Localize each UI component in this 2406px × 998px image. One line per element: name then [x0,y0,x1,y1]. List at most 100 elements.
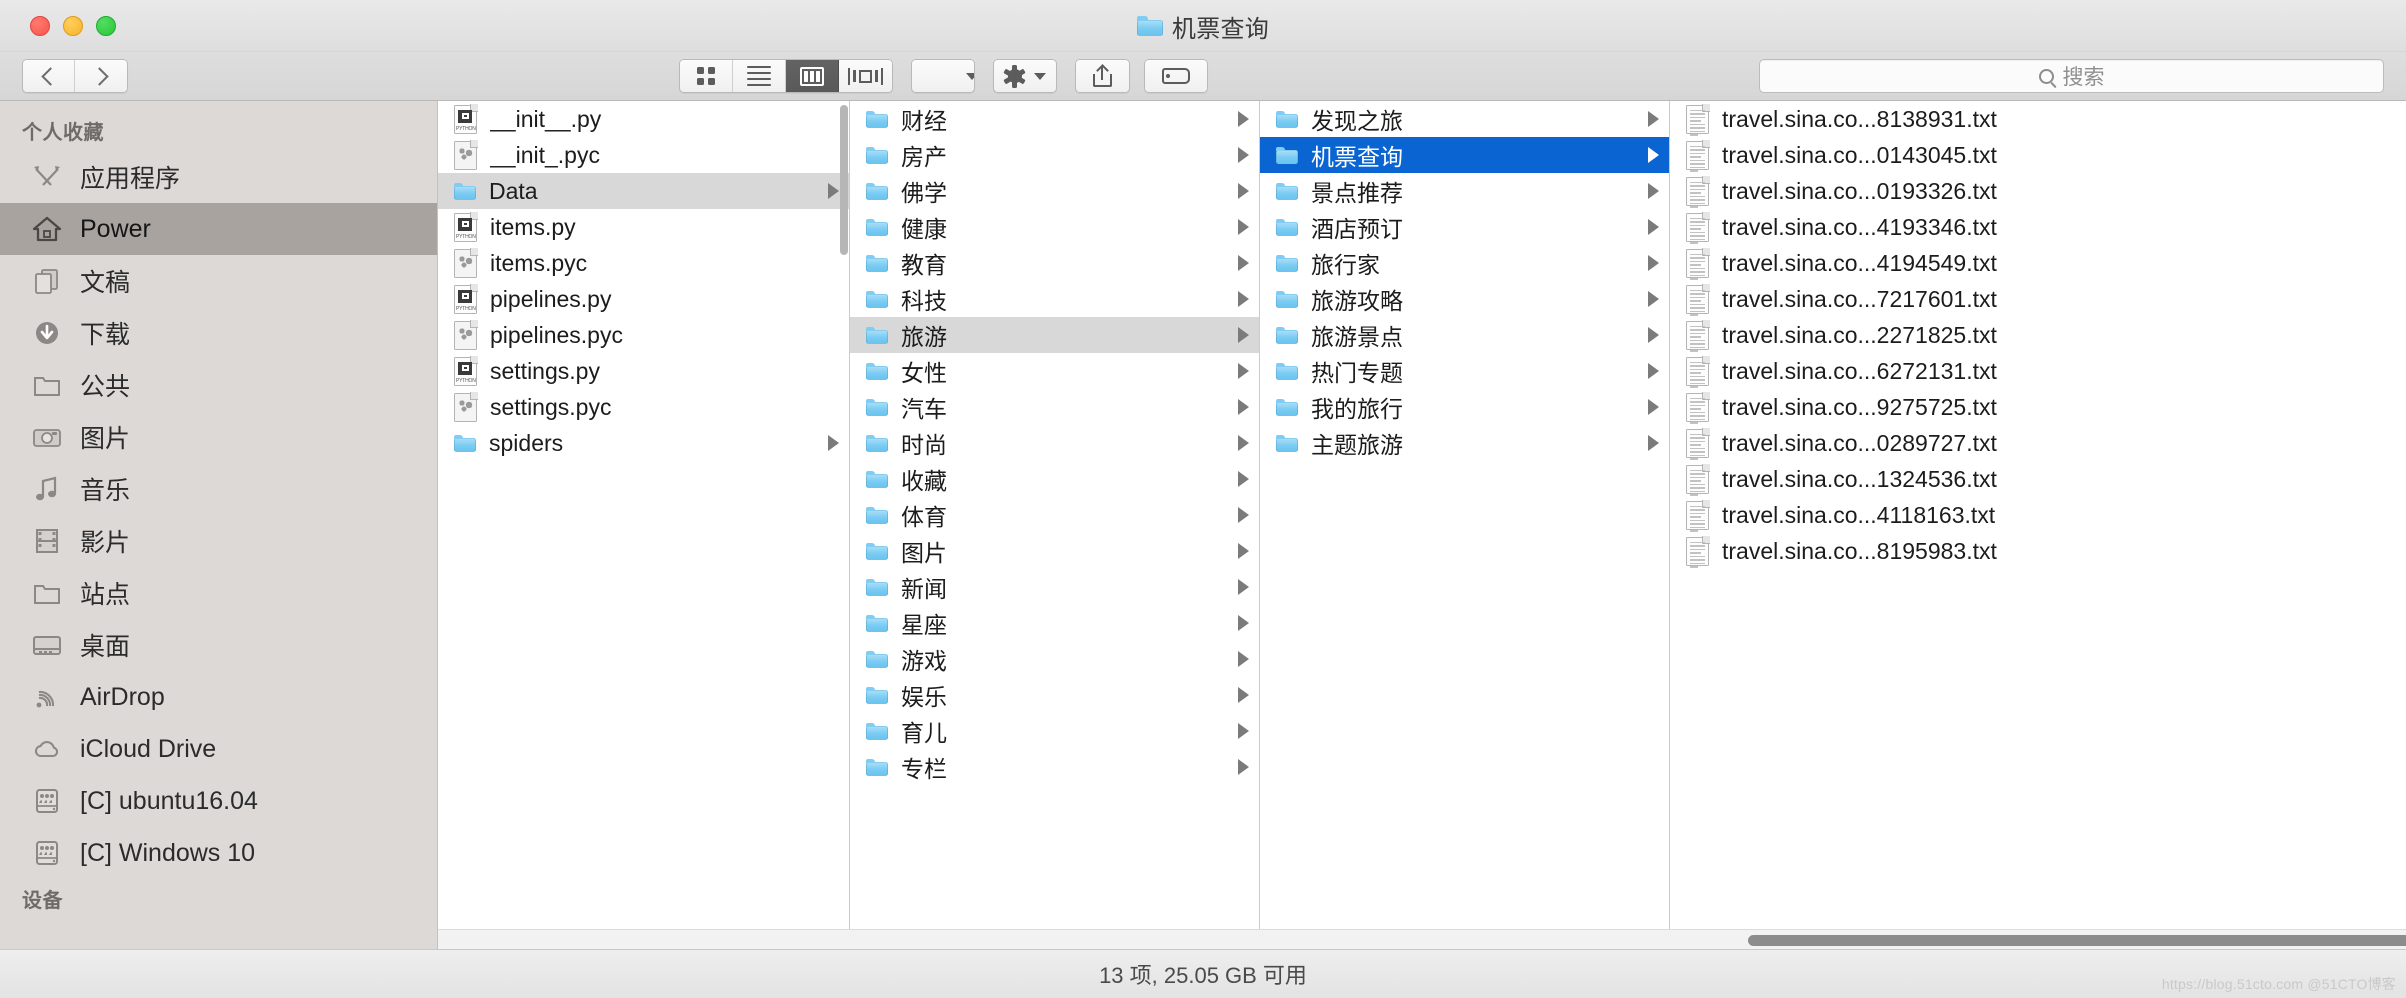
sidebar-item-9[interactable]: 桌面 [0,619,437,671]
list-item[interactable]: 健康 [850,209,1259,245]
sidebar-item-12[interactable]: [C] ubuntu16.04 [0,775,437,827]
navigation-button-group [22,59,128,93]
list-item[interactable]: pipelines.pyc [438,317,849,353]
close-window-button[interactable] [30,16,50,36]
edit-tags-button[interactable] [1145,60,1207,92]
chevron-right-icon [1238,111,1249,127]
list-item[interactable]: travel.sina.co...1324536.txt [1670,461,2406,497]
list-item[interactable]: 旅游 [850,317,1259,353]
list-item[interactable]: 游戏 [850,641,1259,677]
horizontal-scrollbar-track[interactable] [438,929,2406,949]
icon-view-button[interactable] [680,60,733,92]
column-rows: 财经房产佛学健康教育科技旅游女性汽车时尚收藏体育图片新闻星座游戏娱乐育儿专栏 [850,101,1259,785]
arrange-by-button[interactable] [912,60,974,92]
list-item[interactable]: Data [438,173,849,209]
list-item[interactable]: 收藏 [850,461,1259,497]
traffic-light-group [30,16,116,36]
list-item[interactable]: PYTHON__init__.py [438,101,849,137]
list-item[interactable]: 图片 [850,533,1259,569]
maximize-window-button[interactable] [96,16,116,36]
share-button[interactable] [1076,60,1129,92]
sidebar-item-7[interactable]: 影片 [0,515,437,567]
sidebar-item-3[interactable]: 下载 [0,307,437,359]
list-item[interactable]: travel.sina.co...9275725.txt [1670,389,2406,425]
item-label: __init_.pyc [490,142,839,169]
minimize-window-button[interactable] [63,16,83,36]
list-item[interactable]: travel.sina.co...0289727.txt [1670,425,2406,461]
list-item[interactable]: 主题旅游 [1260,425,1669,461]
forward-button[interactable] [75,60,127,92]
list-item[interactable]: __init_.pyc [438,137,849,173]
list-item[interactable]: 汽车 [850,389,1259,425]
list-item[interactable]: items.pyc [438,245,849,281]
list-item[interactable]: 体育 [850,497,1259,533]
list-item[interactable]: 星座 [850,605,1259,641]
list-item[interactable]: 发现之旅 [1260,101,1669,137]
chevron-right-icon [1238,147,1249,163]
column-rows: travel.sina.co...8138931.txttravel.sina.… [1670,101,2406,569]
columns-icon [800,67,824,86]
search-input[interactable]: 搜索 [1759,59,2384,93]
list-item[interactable]: 时尚 [850,425,1259,461]
item-label: 酒店预订 [1311,210,1629,244]
chevron-right-icon [1238,399,1249,415]
vertical-scrollbar[interactable] [840,105,848,255]
item-label: travel.sina.co...6272131.txt [1722,358,2396,385]
list-item[interactable]: PYTHONpipelines.py [438,281,849,317]
chevron-right-icon [1648,255,1659,271]
sidebar-item-11[interactable]: iCloud Drive [0,723,437,775]
downloads-icon [30,318,64,348]
list-item[interactable]: 新闻 [850,569,1259,605]
action-menu-button[interactable] [994,60,1056,92]
sidebar: 个人收藏 应用程序Power文稿下载公共图片音乐影片站点桌面AirDropiCl… [0,101,438,949]
list-item[interactable]: travel.sina.co...2271825.txt [1670,317,2406,353]
list-item[interactable]: 旅行家 [1260,245,1669,281]
list-item[interactable]: 娱乐 [850,677,1259,713]
list-item[interactable]: PYTHONitems.py [438,209,849,245]
column-view-button[interactable] [786,60,839,92]
list-item[interactable]: travel.sina.co...0193326.txt [1670,173,2406,209]
list-item[interactable]: 旅游景点 [1260,317,1669,353]
list-item[interactable]: 科技 [850,281,1259,317]
list-item[interactable]: 专栏 [850,749,1259,785]
list-item[interactable]: travel.sina.co...8195983.txt [1670,533,2406,569]
sidebar-item-2[interactable]: 文稿 [0,255,437,307]
back-button[interactable] [23,60,75,92]
list-item[interactable]: travel.sina.co...8138931.txt [1670,101,2406,137]
list-item[interactable]: 景点推荐 [1260,173,1669,209]
list-view-button[interactable] [733,60,786,92]
list-item[interactable]: 热门专题 [1260,353,1669,389]
list-item[interactable]: 机票查询 [1260,137,1669,173]
list-item[interactable]: PYTHONsettings.py [438,353,849,389]
list-item[interactable]: 女性 [850,353,1259,389]
sidebar-item-13[interactable]: [C] Windows 10 [0,827,437,879]
list-item[interactable]: travel.sina.co...4194549.txt [1670,245,2406,281]
column-browser: PYTHON__init__.py __init_.pyc DataPYTHONit… [438,101,2406,949]
sidebar-item-5[interactable]: 图片 [0,411,437,463]
sidebar-item-6[interactable]: 音乐 [0,463,437,515]
list-item[interactable]: settings.pyc [438,389,849,425]
list-item[interactable]: 财经 [850,101,1259,137]
sidebar-item-4[interactable]: 公共 [0,359,437,411]
list-item[interactable]: 房产 [850,137,1259,173]
list-item[interactable]: 酒店预订 [1260,209,1669,245]
sidebar-item-1[interactable]: Power [0,203,437,255]
list-item[interactable]: travel.sina.co...4193346.txt [1670,209,2406,245]
list-item[interactable]: travel.sina.co...0143045.txt [1670,137,2406,173]
list-item[interactable]: travel.sina.co...7217601.txt [1670,281,2406,317]
horizontal-scrollbar-thumb[interactable] [1748,935,2406,946]
list-item[interactable]: travel.sina.co...6272131.txt [1670,353,2406,389]
sidebar-item-0[interactable]: 应用程序 [0,151,437,203]
list-item[interactable]: 育儿 [850,713,1259,749]
list-item[interactable]: travel.sina.co...4118163.txt [1670,497,2406,533]
sidebar-item-8[interactable]: 站点 [0,567,437,619]
list-item[interactable]: 我的旅行 [1260,389,1669,425]
item-label: 发现之旅 [1311,102,1629,136]
music-note-icon [30,474,64,504]
coverflow-view-button[interactable] [839,60,892,92]
list-item[interactable]: spiders [438,425,849,461]
list-item[interactable]: 旅游攻略 [1260,281,1669,317]
list-item[interactable]: 佛学 [850,173,1259,209]
list-item[interactable]: 教育 [850,245,1259,281]
sidebar-item-10[interactable]: AirDrop [0,671,437,723]
